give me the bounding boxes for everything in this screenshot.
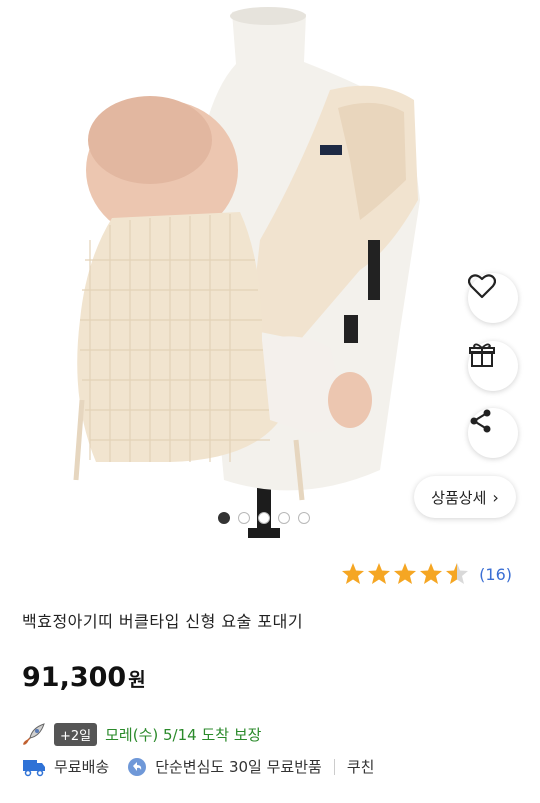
carousel-dot[interactable]	[258, 512, 270, 524]
carousel-dot[interactable]	[218, 512, 230, 524]
product-detail-button[interactable]: 상품상세 ›	[414, 476, 516, 518]
product-detail-label: 상품상세	[431, 488, 487, 507]
product-photo	[73, 7, 420, 538]
delivery-badge: +2일	[54, 722, 98, 746]
chevron-right-icon: ›	[492, 487, 499, 507]
free-return-label: 단순변심도 30일 무료반품	[155, 758, 322, 776]
gift-button[interactable]	[468, 341, 518, 391]
product-title: 백효정아기띠 버클타입 신형 요술 포대기	[22, 612, 304, 631]
star-icon	[420, 563, 443, 584]
return-icon	[128, 757, 147, 776]
star-icon	[368, 563, 391, 584]
carousel-dot[interactable]	[238, 512, 250, 524]
carousel-dot[interactable]	[278, 512, 290, 524]
rocket-icon	[23, 723, 45, 745]
half-star-icon	[446, 563, 469, 584]
price-unit: 원	[128, 669, 146, 691]
wishlist-button[interactable]	[468, 273, 518, 323]
divider	[333, 758, 335, 775]
price-value: 91,300	[22, 662, 127, 693]
star-icon	[342, 563, 365, 584]
rating-summary[interactable]: (16)	[341, 562, 512, 586]
coupon-label: 쿠친	[346, 758, 375, 776]
benefits-row: 무료배송 단순변심도 30일 무료반품 쿠친	[22, 756, 374, 777]
carousel-indicator	[218, 512, 310, 524]
gift-icon	[469, 343, 495, 367]
star-icon	[394, 563, 417, 584]
share-icon	[470, 409, 491, 433]
heart-icon	[468, 274, 496, 299]
arrival-guarantee: 모레(수) 5/14 도착 보장	[105, 725, 262, 744]
share-button[interactable]	[468, 408, 518, 458]
truck-icon	[23, 759, 45, 776]
star-rating	[342, 563, 469, 584]
free-shipping-label: 무료배송	[54, 758, 110, 776]
rating-count[interactable]: (16)	[479, 565, 512, 584]
delivery-info: +2일 모레(수) 5/14 도착 보장	[22, 722, 261, 746]
product-price: 91,300 원	[22, 662, 146, 693]
product-image-carousel[interactable]: 상품상세 ›	[0, 0, 540, 545]
carousel-dot[interactable]	[298, 512, 310, 524]
